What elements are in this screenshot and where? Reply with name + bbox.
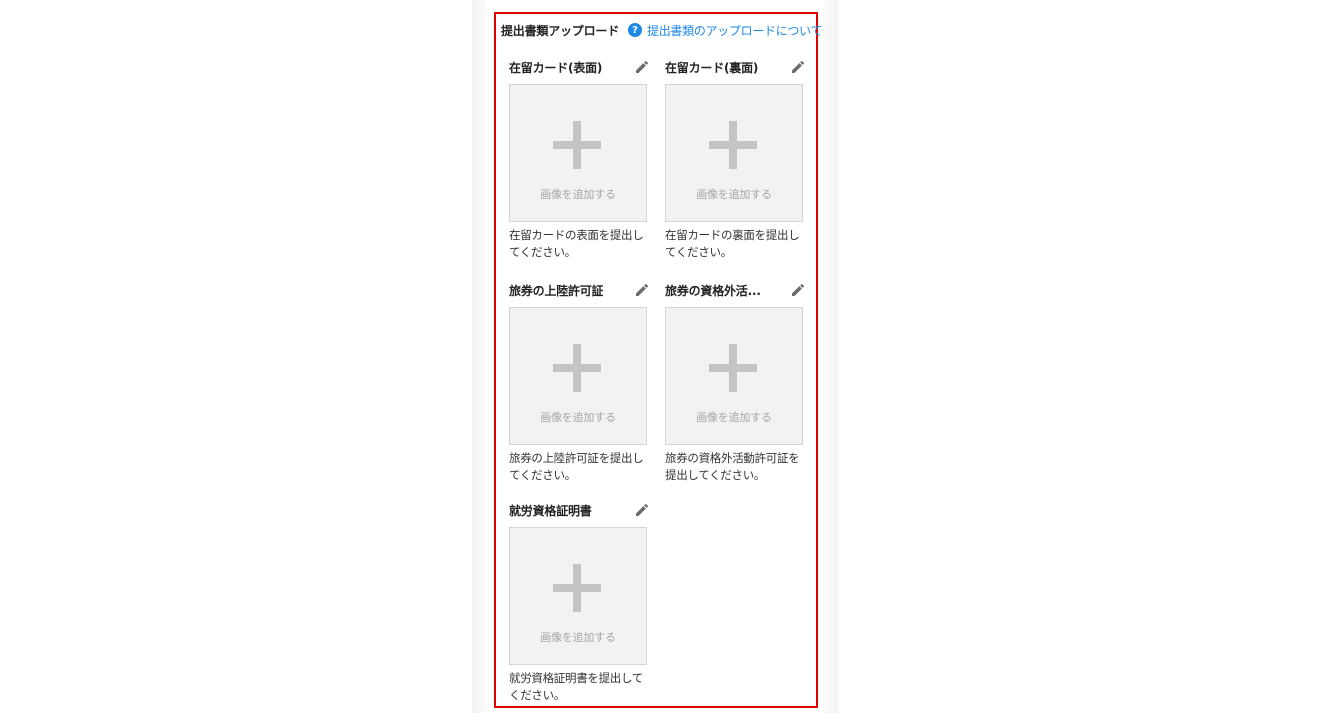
upload-label: 画像を追加する [696, 188, 772, 201]
document-title: 在留カード(裏面) [665, 60, 759, 75]
document-card-landing-permit: 旅券の上陸許可証 画像を追加する 旅券の上陸許可証を提出してください。 [509, 281, 649, 484]
document-upload-section: 提出書類アップロード ? 提出書類のアップロードについて 在留カード(表面) 画… [494, 12, 822, 708]
document-title: 就労資格証明書 [509, 503, 592, 518]
image-upload-box[interactable]: 画像を追加する [665, 307, 803, 445]
pencil-icon[interactable] [633, 281, 651, 299]
upload-label: 画像を追加する [540, 631, 616, 644]
upload-label: 画像を追加する [540, 188, 616, 201]
document-description: 在留カードの表面を提出してください。 [509, 228, 644, 259]
section-header: 提出書類アップロード ? 提出書類のアップロードについて [501, 22, 822, 38]
document-title: 在留カード(表面) [509, 60, 603, 75]
pencil-icon[interactable] [789, 58, 807, 76]
document-title: 旅券の上陸許可証 [509, 283, 604, 298]
page-shadow-left [472, 0, 486, 713]
upload-help-link[interactable]: 提出書類のアップロードについて [647, 22, 822, 39]
document-card-activity-permit: 旅券の資格外活... 画像を追加する 旅券の資格外活動許可証を提出してください。 [665, 281, 805, 484]
upload-label: 画像を追加する [696, 411, 772, 424]
image-upload-box[interactable]: 画像を追加する [509, 527, 647, 665]
document-description: 旅券の資格外活動許可証を提出してください。 [665, 451, 800, 482]
pencil-icon[interactable] [633, 58, 651, 76]
image-upload-box[interactable]: 画像を追加する [665, 84, 803, 222]
image-upload-box[interactable]: 画像を追加する [509, 307, 647, 445]
pencil-icon[interactable] [789, 281, 807, 299]
pencil-icon[interactable] [633, 501, 651, 519]
document-description: 旅券の上陸許可証を提出してください。 [509, 451, 644, 482]
page-shadow-right [824, 0, 838, 713]
document-card-residence-card-back: 在留カード(裏面) 画像を追加する 在留カードの裏面を提出してください。 [665, 58, 805, 261]
document-card-residence-card-front: 在留カード(表面) 画像を追加する 在留カードの表面を提出してください。 [509, 58, 649, 261]
document-description: 在留カードの裏面を提出してください。 [665, 228, 800, 259]
section-title: 提出書類アップロード [501, 23, 620, 38]
document-card-work-qualification: 就労資格証明書 画像を追加する 就労資格証明書を提出してください。 [509, 501, 649, 704]
question-circle-icon[interactable]: ? [628, 23, 643, 37]
image-upload-box[interactable]: 画像を追加する [509, 84, 647, 222]
document-description: 就労資格証明書を提出してください。 [509, 671, 644, 702]
document-title: 旅券の資格外活... [665, 283, 761, 298]
upload-label: 画像を追加する [540, 411, 616, 424]
